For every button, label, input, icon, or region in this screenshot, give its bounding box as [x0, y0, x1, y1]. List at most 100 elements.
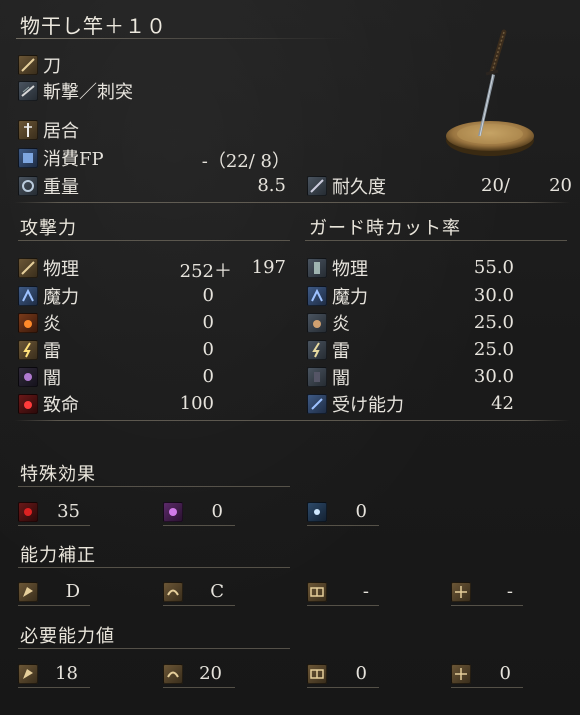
fire-icon [18, 313, 38, 333]
guard-row: 闇 [307, 365, 350, 389]
frost-value: 0 [355, 501, 367, 522]
bleed-value: 35 [57, 501, 80, 522]
guard-row: 魔力 [307, 284, 368, 308]
guard-section-title: ガード時カット率 [309, 218, 461, 239]
attack-type: 斬撃／刺突 [43, 82, 133, 103]
skill-icon [18, 120, 38, 140]
poison-value: 0 [211, 501, 223, 522]
requirement-item [451, 662, 476, 686]
scaling-item [163, 580, 188, 604]
special-item [18, 500, 43, 524]
weapon-type: 刀 [43, 56, 61, 77]
guard-row: 炎 [307, 311, 350, 335]
value-underline [307, 525, 379, 526]
value-underline [18, 605, 90, 606]
dexterity-scaling: C [210, 581, 224, 602]
strength-requirement: 18 [55, 663, 78, 684]
dexterity-requirement: 20 [199, 663, 222, 684]
attack-label: 雷 [43, 341, 61, 362]
weight-row: 重量 [18, 174, 79, 198]
guard-value: 42 [491, 393, 514, 414]
attack-section-title: 攻撃力 [20, 218, 77, 239]
attack-label: 致命 [43, 395, 79, 416]
faith-icon [451, 582, 471, 602]
magic-icon [18, 286, 38, 306]
value-underline [163, 687, 235, 688]
attack-row: 魔力 [18, 284, 79, 308]
poison-icon [163, 502, 183, 522]
value-underline [18, 687, 90, 688]
attack-row: 炎 [18, 311, 61, 335]
fp-icon [18, 148, 38, 168]
guard-label: 物理 [332, 259, 368, 280]
special-item [307, 500, 332, 524]
physical-icon [18, 258, 38, 278]
weapon-name: 物干し竿＋１０ [20, 14, 167, 38]
requirement-item [307, 662, 332, 686]
divider-middle [14, 420, 570, 421]
fire-guard-icon [307, 313, 327, 333]
skill-row: 居合 [18, 118, 79, 142]
durability-row: 耐久度 [307, 174, 386, 198]
scaling-item [451, 580, 476, 604]
value-underline [163, 605, 235, 606]
stability-icon [307, 394, 327, 414]
attack-value: 0 [202, 312, 214, 333]
faith-icon [451, 664, 471, 684]
attack-label: 闇 [43, 368, 61, 389]
attack-row: 物理 [18, 256, 79, 280]
intelligence-icon [307, 664, 327, 684]
attack-value: 0 [202, 339, 214, 360]
guard-label: 炎 [332, 314, 350, 335]
weapon-status-panel: 物干し竿＋１０ 刀 斬撃／刺突 居合 消費FP -（22/ 8） 重量 8.5 … [0, 0, 580, 715]
attack-label: 炎 [43, 314, 61, 335]
guard-value: 25.0 [473, 339, 514, 360]
guard-row: 受け能力 [307, 392, 404, 416]
attack-label: 魔力 [43, 287, 79, 308]
attack-value: 100 [179, 393, 214, 414]
guard-value: 25.0 [473, 312, 514, 333]
dexterity-icon [163, 664, 183, 684]
faith-requirement: 0 [499, 663, 511, 684]
attack-row: 雷 [18, 338, 61, 362]
guard-label: 闇 [332, 368, 350, 389]
durability-max: 20 [549, 175, 572, 196]
special-item [163, 500, 188, 524]
faith-scaling: - [506, 581, 513, 602]
guard-row: 物理 [307, 256, 368, 280]
attack-label: 物理 [43, 259, 79, 280]
weapon-type-row: 刀 [18, 53, 61, 77]
guard-label: 受け能力 [332, 395, 404, 416]
fp-cost-label: 消費FP [43, 149, 104, 170]
requirements-title-rule [18, 648, 290, 649]
special-title-rule [18, 486, 290, 487]
special-section-title: 特殊効果 [20, 464, 96, 485]
guard-label: 魔力 [332, 287, 368, 308]
durability-icon [307, 176, 327, 196]
requirements-section-title: 必要能力値 [20, 626, 115, 647]
scaling-item [18, 580, 43, 604]
divider-top [14, 202, 570, 203]
scaling-section-title: 能力補正 [20, 545, 96, 566]
value-underline [163, 525, 235, 526]
physical-guard-icon [307, 258, 327, 278]
fp-cost-row: 消費FP [18, 146, 104, 170]
value-underline [451, 605, 523, 606]
strength-icon [18, 664, 38, 684]
lightning-icon [18, 340, 38, 360]
guard-title-rule [305, 240, 567, 241]
guard-value: 30.0 [473, 285, 514, 306]
attack-type-icon [18, 81, 38, 101]
dark-icon [18, 367, 38, 387]
intelligence-requirement: 0 [355, 663, 367, 684]
requirement-item [18, 662, 43, 686]
attack-bonus: 197 [251, 257, 286, 278]
value-underline [18, 525, 90, 526]
value-underline [307, 605, 379, 606]
dark-guard-icon [307, 367, 327, 387]
strength-icon [18, 582, 38, 602]
durability-current: 20/ [481, 175, 510, 196]
attack-type-row: 斬撃／刺突 [18, 79, 133, 103]
weight-value: 8.5 [257, 175, 286, 196]
weight-label: 重量 [43, 177, 79, 198]
